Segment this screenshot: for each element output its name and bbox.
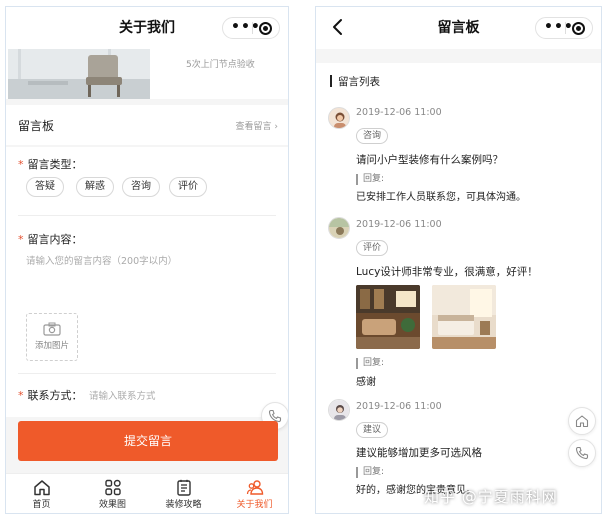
grid-icon — [104, 479, 121, 496]
type-tag-answer[interactable]: 答疑 — [26, 177, 64, 197]
banner-image — [8, 49, 150, 99]
home-float-button[interactable] — [568, 407, 596, 435]
message-board-screen: 留言板 ••• 留言列表 2019-12-06 11:00 咨询 请问小户型装修… — [315, 6, 602, 514]
close-target-icon[interactable] — [259, 22, 272, 35]
watermark: 知乎 @宁夏雨科网 — [424, 488, 558, 506]
back-arrow-icon[interactable] — [328, 17, 348, 37]
home-icon — [575, 415, 589, 428]
mini-program-capsule: ••• — [535, 17, 593, 39]
tab-about-us[interactable]: 关于我们 — [219, 474, 288, 513]
contact-input[interactable]: 请输入联系方式 — [89, 388, 156, 402]
people-icon — [246, 480, 263, 495]
about-us-screen: 关于我们 ••• 5次上门节点验收 留言板 查看留言 › * 留言类型： 答疑 … — [5, 6, 289, 514]
view-messages-link[interactable]: 查看留言 › — [236, 119, 279, 132]
home-icon — [33, 480, 50, 496]
capsule-divider — [565, 22, 566, 34]
avatar — [328, 217, 350, 239]
message-text: 请问小户型装修有什么案例吗？ — [356, 154, 503, 166]
type-tag-consult[interactable]: 咨询 — [122, 177, 160, 197]
submit-message-button[interactable]: 提交留言 — [18, 421, 278, 461]
message-tag: 建议 — [356, 422, 389, 438]
message-date: 2019-12-06 11:00 — [356, 107, 442, 118]
phone-icon — [575, 446, 589, 460]
document-icon — [176, 479, 191, 496]
mini-program-capsule: ••• — [222, 17, 280, 39]
tab-home[interactable]: 首页 — [6, 474, 77, 513]
more-icon[interactable]: ••• — [544, 18, 574, 36]
reply-label: 回复: — [356, 467, 384, 478]
nav-bar: 关于我们 ••• — [6, 7, 288, 49]
tab-guides[interactable]: 装修攻略 — [148, 474, 219, 513]
section-bar — [330, 75, 332, 87]
reply-text: 已安排工作人员联系您，可具体沟通。 — [356, 192, 526, 203]
type-tag-explain[interactable]: 解惑 — [76, 177, 114, 197]
message-photo[interactable] — [356, 285, 420, 349]
required-mark: * — [18, 233, 24, 246]
capsule-divider — [252, 22, 253, 34]
type-label: * 留言类型： — [18, 158, 83, 171]
contact-label: * 联系方式： — [18, 389, 83, 402]
content-input[interactable]: 请输入您的留言内容（200字以内） — [26, 253, 177, 267]
add-image-label: 添加图片 — [34, 341, 69, 351]
banner: 5次上门节点验收 — [6, 49, 288, 99]
tab-bar: 首页 效果图 装修攻略 关于我们 — [6, 473, 288, 513]
camera-icon — [43, 322, 61, 336]
message-date: 2019-12-06 11:00 — [356, 219, 442, 230]
avatar — [328, 399, 350, 421]
type-tag-review[interactable]: 评价 — [169, 177, 207, 197]
divider — [18, 373, 276, 374]
avatar — [328, 107, 350, 129]
message-tag: 评价 — [356, 240, 389, 256]
list-title: 留言列表 — [338, 76, 380, 88]
message-board-header: 留言板 查看留言 › — [6, 105, 288, 145]
reply-label: 回复: — [356, 358, 384, 369]
banner-note: 5次上门节点验收 — [186, 60, 255, 70]
chevron-right-icon: › — [274, 122, 278, 132]
message-date: 2019-12-06 11:00 — [356, 401, 442, 412]
close-target-icon[interactable] — [572, 22, 585, 35]
nav-bar: 留言板 ••• — [316, 7, 601, 49]
message-photo[interactable] — [432, 285, 496, 349]
content-label: * 留言内容： — [18, 233, 83, 246]
reply-label: 回复: — [356, 174, 384, 185]
board-title: 留言板 — [18, 119, 55, 133]
message-list-header: 留言列表 — [316, 63, 601, 99]
reply-text: 感谢 — [356, 377, 376, 388]
message-tag: 咨询 — [356, 128, 389, 144]
divider — [18, 215, 276, 216]
message-text: Lucy设计师非常专业，很满意，好评！ — [356, 266, 538, 278]
message-form: * 留言类型： 答疑 解惑 咨询 评价 * 留言内容： 请输入您的留言内容（200字… — [6, 147, 288, 417]
required-mark: * — [18, 389, 24, 402]
message-text: 建议能够增加更多可选风格 — [356, 447, 482, 459]
required-mark: * — [18, 158, 24, 171]
tab-gallery[interactable]: 效果图 — [77, 474, 148, 513]
message-list: 2019-12-06 11:00 咨询 请问小户型装修有什么案例吗？ 回复: 已… — [316, 99, 601, 513]
phone-float-button[interactable] — [568, 439, 596, 467]
more-icon[interactable]: ••• — [231, 18, 261, 36]
add-image-button[interactable]: 添加图片 — [26, 313, 78, 361]
